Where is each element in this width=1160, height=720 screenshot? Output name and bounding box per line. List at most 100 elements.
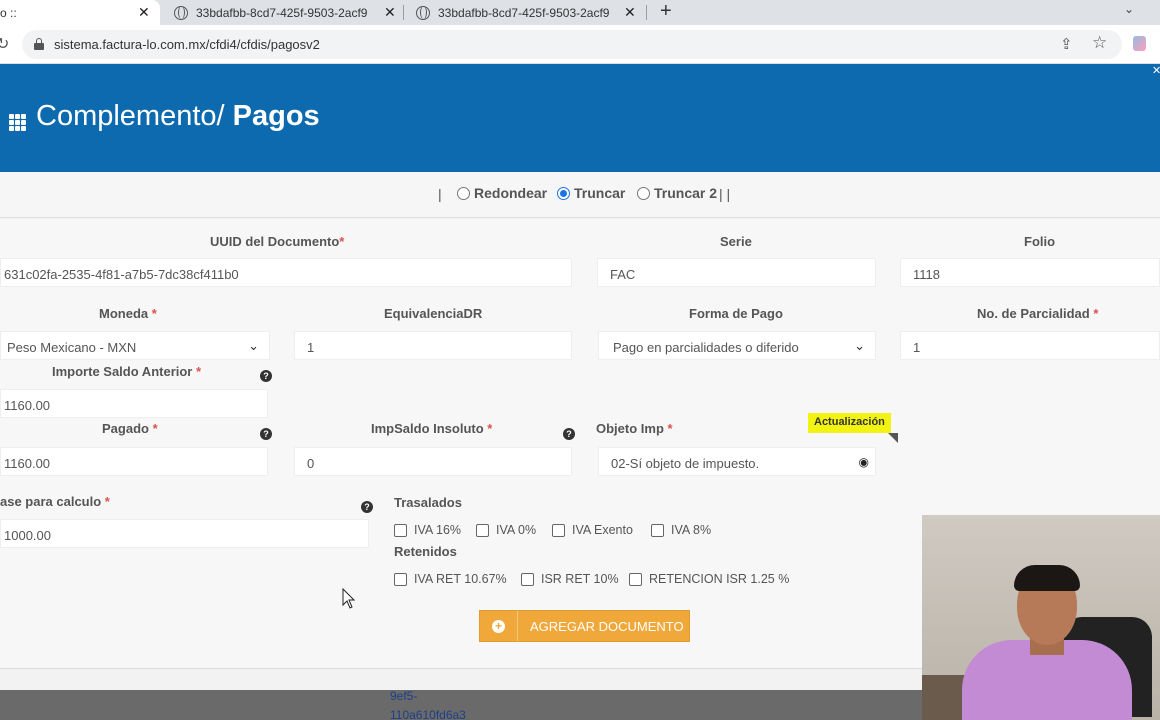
mouse-cursor-icon <box>342 588 356 609</box>
checkbox-iva-16[interactable]: IVA 16% <box>394 523 461 537</box>
add-document-label: AGREGAR DOCUMENTO <box>530 618 684 634</box>
star-icon[interactable]: ☆ <box>1092 33 1107 53</box>
equivalencia-label: EquivalenciaDR <box>384 306 483 321</box>
radio-label: Truncar <box>574 185 626 201</box>
share-icon[interactable]: ⇪ <box>1060 35 1073 53</box>
tab-close-icon[interactable]: ✕ <box>384 4 396 21</box>
lock-icon[interactable] <box>34 38 44 50</box>
objeto-imp-label: Objeto Imp * <box>596 421 673 436</box>
update-badge: Actualización <box>808 413 891 433</box>
browser-tab-bar: o :: ✕ 33bdafbb-8cd7-425f-9503-2acf9 ✕ 3… <box>0 0 1160 25</box>
separator: | <box>438 186 442 202</box>
url-text[interactable]: sistema.factura-lo.com.mx/cfdi4/cfdis/pa… <box>54 37 320 52</box>
moneda-select[interactable]: Peso Mexicano - MXN ⌄ <box>0 331 270 360</box>
checkbox-iva-exento[interactable]: IVA Exento <box>552 523 633 537</box>
checkbox-iva-8[interactable]: IVA 8% <box>651 523 711 537</box>
tab-uuid-1[interactable]: 33bdafbb-8cd7-425f-9503-2acf9 ✕ <box>174 0 396 25</box>
trasladados-label: Trasalados <box>394 495 462 510</box>
moneda-label: Moneda * <box>99 306 157 321</box>
checkbox[interactable] <box>629 572 642 586</box>
table-cell-uuid: 9ef5- 110a610fd6a3 <box>390 689 466 720</box>
equivalencia-input[interactable]: 1 <box>294 331 572 360</box>
chevron-down-icon: ⌄ <box>854 338 865 353</box>
radio-button[interactable] <box>557 186 570 200</box>
plus-circle-icon: + <box>492 619 505 633</box>
page-title-prefix: Complemento/ <box>36 100 233 132</box>
tab-title: 33bdafbb-8cd7-425f-9503-2acf9 <box>438 5 610 20</box>
checkbox-isr-ret[interactable]: ISR RET 10% <box>521 572 619 586</box>
tab-separator <box>646 5 647 20</box>
globe-icon <box>174 5 188 20</box>
parcialidad-label: No. de Parcialidad * <box>977 306 1099 321</box>
address-bar: ↻ sistema.factura-lo.com.mx/cfdi4/cfdis/… <box>0 25 1160 64</box>
omnibox[interactable]: sistema.factura-lo.com.mx/cfdi4/cfdis/pa… <box>22 30 1122 59</box>
pagado-label: Pagado * <box>102 421 158 436</box>
checkbox[interactable] <box>521 572 534 586</box>
tab-title: o :: <box>0 5 17 20</box>
chevron-down-icon[interactable]: ⌄ <box>1124 2 1134 16</box>
tab-title: 33bdafbb-8cd7-425f-9503-2acf9 <box>196 5 368 20</box>
add-document-button[interactable]: + AGREGAR DOCUMENTO <box>479 610 690 642</box>
base-calculo-input[interactable]: 1000.00 <box>0 519 369 548</box>
reload-icon[interactable]: ↻ <box>0 34 9 54</box>
tab-active[interactable]: o :: ✕ <box>0 0 160 25</box>
new-tab-button[interactable]: + <box>660 0 672 22</box>
question-circle-icon[interactable]: ? <box>563 428 575 440</box>
tab-close-icon[interactable]: ✕ <box>624 4 636 21</box>
separator: | | <box>719 186 731 202</box>
webcam-video <box>922 515 1160 720</box>
radio-redondear[interactable]: Redondear <box>457 185 547 201</box>
checkbox[interactable] <box>394 523 407 537</box>
checkbox[interactable] <box>476 523 489 537</box>
forma-pago-label: Forma de Pago <box>689 306 783 321</box>
checkbox[interactable] <box>651 523 664 537</box>
radio-truncar[interactable]: Truncar <box>557 185 625 201</box>
tab-separator <box>403 5 404 20</box>
importe-saldo-label: Importe Saldo Anterior * <box>52 364 202 379</box>
serie-input[interactable]: FAC <box>597 258 876 287</box>
serie-label: Serie <box>720 234 752 249</box>
retenidos-label: Retenidos <box>394 544 457 559</box>
base-calculo-label: ase para calculo * <box>0 494 110 509</box>
objeto-imp-value: 02-Sí objeto de impuesto. <box>611 456 760 471</box>
forma-pago-select[interactable]: Pago en parcialidades o diferido ⌄ <box>598 331 876 360</box>
chevron-down-icon: ⌄ <box>248 338 259 353</box>
saldo-insoluto-label: ImpSaldo Insoluto * <box>371 421 493 436</box>
pagado-input[interactable]: 1160.00 <box>0 447 268 476</box>
tab-close-icon[interactable]: ✕ <box>138 4 150 21</box>
question-circle-icon[interactable]: ? <box>260 428 272 440</box>
parcialidad-input[interactable]: 1 <box>900 331 1160 360</box>
forma-pago-value: Pago en parcialidades o diferido <box>613 340 799 355</box>
checkbox[interactable] <box>552 523 565 537</box>
page-header: Complemento/ Pagos ✕ <box>0 64 1160 172</box>
checkbox-iva-ret[interactable]: IVA RET 10.67% <box>394 572 507 586</box>
radio-truncar-2[interactable]: Truncar 2 <box>637 185 717 201</box>
saldo-insoluto-input[interactable]: 0 <box>294 447 572 476</box>
radio-button[interactable] <box>637 186 650 200</box>
globe-icon <box>416 5 430 20</box>
tab-uuid-2[interactable]: 33bdafbb-8cd7-425f-9503-2acf9 ✕ <box>416 0 638 25</box>
badge-pointer <box>888 433 898 443</box>
radio-button[interactable] <box>457 186 470 200</box>
grid-icon <box>9 114 26 131</box>
close-icon[interactable]: ✕ <box>1152 64 1160 77</box>
eye-icon[interactable]: ◉ <box>859 455 869 469</box>
extension-icon[interactable] <box>1133 36 1146 51</box>
page-title-bold: Pagos <box>232 100 320 132</box>
folio-input[interactable]: 1118 <box>900 258 1160 287</box>
question-circle-icon[interactable]: ? <box>361 501 373 513</box>
objeto-imp-select[interactable]: 02-Sí objeto de impuesto. ◉ <box>598 447 876 476</box>
radio-label: Redondear <box>474 185 548 201</box>
checkbox-iva-0[interactable]: IVA 0% <box>476 523 536 537</box>
checkbox-retencion-isr[interactable]: RETENCION ISR 1.25 % <box>629 572 789 586</box>
rounding-options: | Redondear Truncar Truncar 2 | | <box>0 172 1160 218</box>
folio-label: Folio <box>1024 234 1056 249</box>
uuid-input[interactable]: 631c02fa-2535-4f81-a7b5-7dc38cf411b0 <box>0 258 572 287</box>
moneda-value: Peso Mexicano - MXN <box>7 340 137 355</box>
importe-saldo-input[interactable]: 1160.00 <box>0 389 268 418</box>
uuid-label: UUID del Documento* <box>210 234 345 249</box>
question-circle-icon[interactable]: ? <box>260 370 272 382</box>
page-title: Complemento/ Pagos <box>36 100 320 133</box>
radio-label: Truncar 2 <box>654 185 718 201</box>
checkbox[interactable] <box>394 572 407 586</box>
